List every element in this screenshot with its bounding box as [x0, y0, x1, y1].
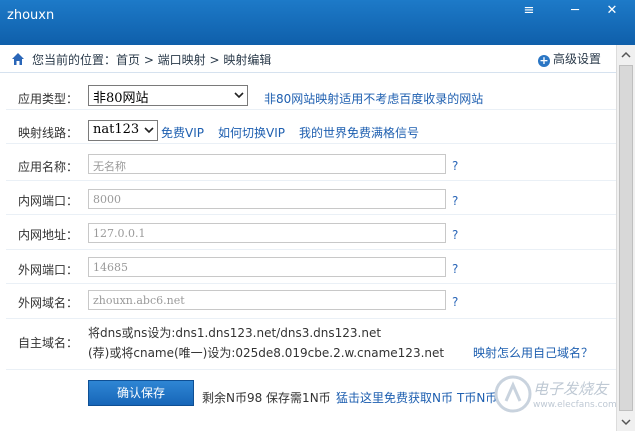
watermark-icon [494, 375, 532, 413]
watermark-en: www.elecfans.com [533, 400, 617, 410]
balance-text: 剩余N币98 保存需1N币 [202, 391, 331, 405]
form-area: 应用类型： 非80网站 非80网站映射适用不考虑百度收录的网站 映射线路： na… [0, 74, 616, 414]
wan-domain-input[interactable]: zhouxn.abc6.net [88, 290, 446, 310]
watermark-cn: 电子发烧友 [533, 380, 609, 398]
divider [6, 180, 616, 181]
lan-addr-help[interactable]: ? [452, 228, 458, 242]
breadcrumb-bar: 您当前的位置：首页 > 端口映射 > 映射编辑 + 高级设置 [0, 45, 635, 73]
scroll-up-icon[interactable] [621, 50, 631, 60]
home-icon [12, 53, 24, 65]
wan-domain-help[interactable]: ? [452, 295, 458, 309]
line-label: 映射线路： [18, 126, 79, 140]
coin-info-link[interactable]: T币N币 [457, 389, 497, 406]
switch-vip-link[interactable]: 如何切换VIP [218, 124, 285, 141]
wan-port-input[interactable]: 14685 [88, 257, 446, 277]
advanced-settings-button[interactable]: + 高级设置 [537, 50, 601, 67]
lan-addr-label: 内网地址： [18, 228, 79, 242]
app-type-label: 应用类型： [18, 92, 79, 106]
watermark-logo: 电子发烧友 www.elecfans.com [493, 372, 623, 422]
divider [6, 249, 616, 250]
lan-port-input[interactable]: 8000 [88, 189, 446, 209]
app-title: zhouxn [7, 8, 55, 23]
wan-domain-label: 外网域名： [18, 296, 79, 310]
divider [6, 369, 616, 370]
minecraft-signal-link[interactable]: 我的世界免费满格信号 [299, 124, 419, 141]
app-name-input[interactable]: 无名称 [88, 154, 446, 174]
free-coins-link[interactable]: 猛击这里免费获取N币 [336, 389, 453, 406]
custom-domain-dns-text: 将dns或ns设为:dns1.dns123.net/dns3.dns123.ne… [88, 326, 382, 340]
close-icon[interactable]: ✕ [604, 4, 620, 18]
minimize-icon[interactable]: ─ [567, 4, 583, 18]
app-type-select[interactable]: 非80网站 [88, 85, 248, 106]
custom-domain-label: 自主域名： [18, 336, 79, 350]
lan-port-help[interactable]: ? [452, 194, 458, 208]
app-type-note: 非80网站映射适用不考虑百度收录的网站 [264, 92, 484, 106]
custom-domain-help-link[interactable]: 映射怎么用自己域名？ [473, 344, 593, 361]
custom-domain-cname-text: (荐)或将cname(唯一)设为:025de8.019cbe.2.w.cname… [88, 346, 445, 360]
dropdown-caret-icon [144, 127, 154, 134]
divider [6, 318, 616, 319]
lan-port-label: 内网端口： [18, 194, 79, 208]
advanced-settings-label: 高级设置 [552, 52, 601, 66]
app-name-label: 应用名称： [18, 160, 79, 174]
breadcrumb: 您当前的位置：首页 > 端口映射 > 映射编辑 [32, 53, 272, 67]
title-bar: zhouxn ≡ ─ ✕ [0, 0, 635, 45]
line-select[interactable]: nat123 [88, 120, 158, 141]
app-type-value: 非80网站 [93, 91, 149, 106]
save-button[interactable]: 确认保存 [88, 380, 194, 406]
lan-addr-input[interactable]: 127.0.0.1 [88, 223, 446, 243]
line-value: nat123 [93, 122, 140, 137]
divider [6, 143, 616, 144]
app-name-help[interactable]: ? [452, 159, 458, 173]
scrollbar-thumb[interactable] [619, 65, 633, 411]
menu-icon[interactable]: ≡ [521, 4, 537, 18]
dropdown-caret-icon [234, 92, 244, 99]
divider [6, 214, 616, 215]
wan-port-label: 外网端口： [18, 263, 79, 277]
wan-port-help[interactable]: ? [452, 262, 458, 276]
free-vip-link[interactable]: 免费VIP [161, 124, 204, 141]
divider [6, 109, 616, 110]
divider [6, 283, 616, 284]
plus-icon: + [537, 54, 550, 67]
